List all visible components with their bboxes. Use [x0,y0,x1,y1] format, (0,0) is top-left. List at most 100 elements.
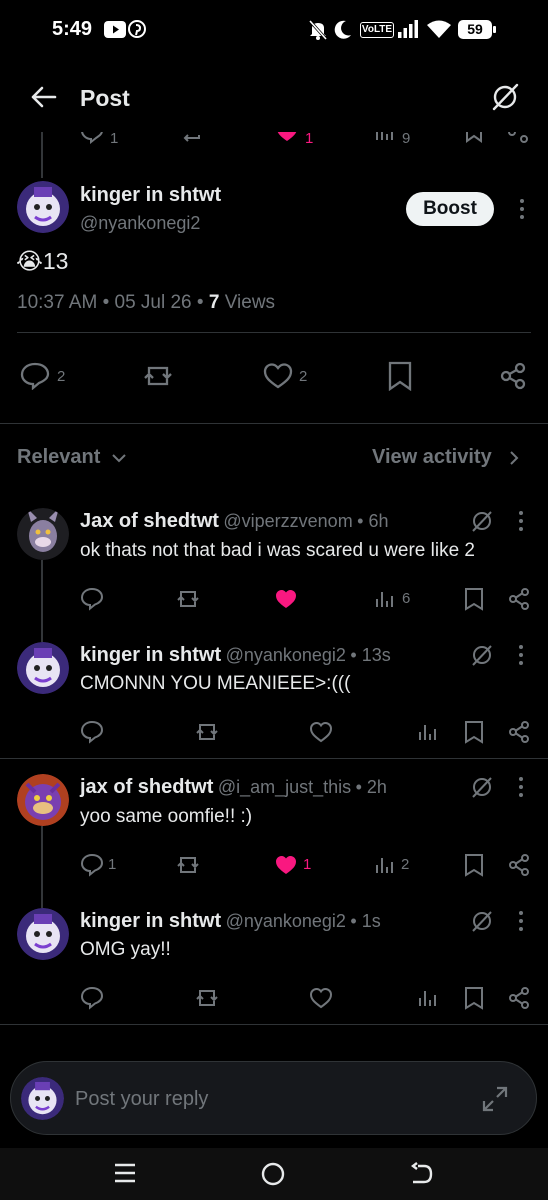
reply-text: yoo same oomfie!! :) [80,806,253,827]
author-name[interactable]: jax of shedtwt [80,776,213,798]
repost-icon[interactable] [175,587,201,611]
author-handle[interactable]: @nyankonegi2 [226,645,346,665]
like-heart-icon[interactable] [263,362,293,390]
more-options-icon[interactable] [513,910,529,932]
expand-icon[interactable] [481,1085,509,1113]
repost-icon[interactable] [180,132,204,144]
repost-icon[interactable] [194,720,220,744]
reply-icon[interactable] [80,587,104,611]
avatar[interactable] [17,181,69,233]
post-metadata: 10:37 AM • 05 Jul 26 • 7 Views [17,292,275,314]
sort-label: Relevant [17,446,101,468]
post-text: 😭13 [16,248,68,275]
status-time: 5:49 [52,18,93,40]
recents-menu-icon[interactable] [114,1162,136,1184]
share-icon[interactable] [507,986,531,1010]
like-heart-icon[interactable] [274,853,298,877]
author-handle[interactable]: @viperzzvenom [223,511,352,531]
more-options-icon[interactable] [513,644,529,666]
bookmark-icon[interactable] [462,132,486,144]
bookmark-icon[interactable] [463,720,485,744]
avatar[interactable] [17,774,69,826]
chevron-down-icon [112,454,126,463]
author-name[interactable]: kinger in shtwt [80,644,221,666]
like-count: 1 [305,132,314,147]
divider [0,1024,548,1025]
grok-icon[interactable] [470,509,494,533]
author-name[interactable]: Jax of shedtwt [80,510,219,532]
avatar[interactable] [17,908,69,960]
reply-count: 2 [57,368,66,385]
view-activity-link[interactable]: View activity [372,446,519,469]
share-icon[interactable] [506,132,530,144]
do-not-disturb-moon-icon [334,20,352,40]
bookmark-icon[interactable] [463,986,485,1010]
top-app-bar: Post [0,62,548,132]
reply-count: 1 [110,132,119,147]
bookmark-icon[interactable] [388,361,412,391]
repost-icon[interactable] [142,362,174,390]
grok-icon[interactable] [470,909,494,933]
share-icon[interactable] [499,362,527,390]
author-name[interactable]: kinger in shtwt [80,910,221,932]
share-icon[interactable] [507,853,531,877]
views-count: 6 [402,590,411,607]
boost-button[interactable]: Boost [406,192,494,226]
author-handle[interactable]: @i_am_just_this [218,777,351,797]
bookmark-icon[interactable] [463,587,485,611]
home-circle-icon[interactable] [261,1162,285,1186]
reply-icon[interactable] [20,362,50,390]
thread-connector-line [41,826,43,908]
views-icon[interactable] [372,132,396,144]
grok-icon[interactable] [470,643,494,667]
reply-input[interactable]: Post your reply [75,1088,208,1111]
page-title: Post [80,85,130,111]
signal-icon [397,20,419,38]
post-time: • 1s [350,911,381,931]
post-time: 10:37 AM [17,292,98,313]
reply-header: Jax of shedtwt @viperzzvenom • 6h [80,510,388,533]
battery-indicator: 59 [458,20,492,39]
avatar[interactable] [17,508,69,560]
crying-emoji: 😭 [16,248,43,274]
views-icon[interactable] [416,720,440,744]
reply-icon[interactable] [80,132,104,144]
views-count: 7 [208,292,220,313]
back-arrow-icon[interactable] [28,82,58,112]
reply-header: kinger in shtwt @nyankonegi2 • 1s [80,910,381,933]
like-heart-icon[interactable] [309,720,333,744]
repost-icon[interactable] [175,853,201,877]
more-options-icon[interactable] [512,198,532,220]
author-name[interactable]: kinger in shtwt [80,184,221,207]
views-icon[interactable] [416,986,440,1010]
avatar[interactable] [17,642,69,694]
grok-icon[interactable] [470,775,494,799]
more-options-icon[interactable] [513,776,529,798]
wifi-icon [426,19,452,39]
bookmark-icon[interactable] [463,853,485,877]
reply-icon[interactable] [80,986,104,1010]
share-icon[interactable] [507,587,531,611]
reply-header: kinger in shtwt @nyankonegi2 • 13s [80,644,391,667]
author-handle[interactable]: @nyankonegi2 [226,911,346,931]
repost-icon[interactable] [194,986,220,1010]
more-options-icon[interactable] [513,510,529,532]
author-handle[interactable]: @nyankonegi2 [80,213,200,234]
previous-post-action-row: 1 1 9 [0,132,548,152]
back-nav-icon[interactable] [410,1162,434,1186]
like-heart-icon[interactable] [274,587,298,611]
reply-text: ok thats not that bad i was scared u wer… [80,540,475,561]
views-icon[interactable] [373,587,397,611]
grok-icon[interactable] [490,82,520,112]
like-heart-icon[interactable] [309,986,333,1010]
status-bar: 5:49 VoLTE 59 [0,0,548,62]
views-icon[interactable] [373,853,397,877]
reply-icon[interactable] [80,720,104,744]
like-heart-icon[interactable] [275,132,299,144]
share-icon[interactable] [507,720,531,744]
views-label[interactable]: Views [225,292,275,313]
reply-icon[interactable] [80,853,104,877]
sort-dropdown[interactable]: Relevant [17,446,126,469]
post-date: 05 Jul 26 [114,292,192,313]
battery-tip [493,26,496,33]
